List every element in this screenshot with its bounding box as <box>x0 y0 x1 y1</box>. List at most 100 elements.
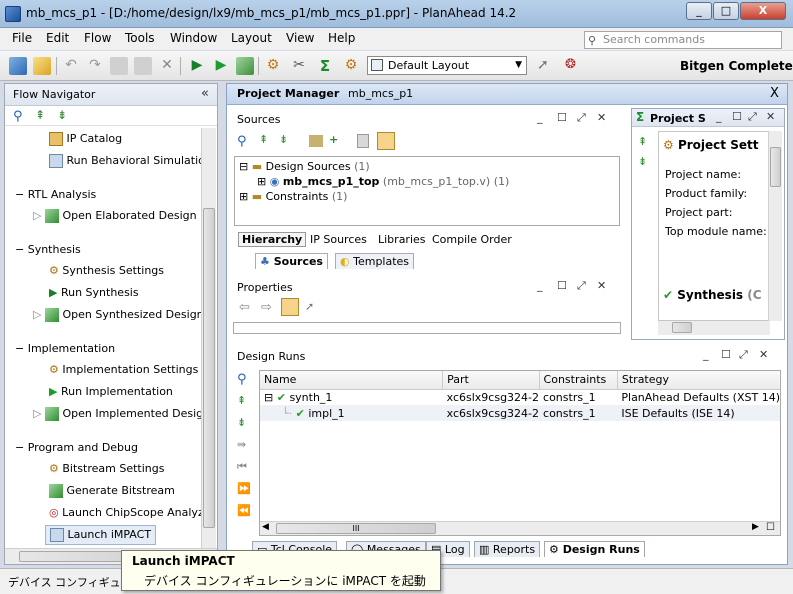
run-implementation-icon[interactable]: ▶ <box>212 57 230 75</box>
redo-icon[interactable]: ↷ <box>86 57 104 75</box>
collapse-all-icon[interactable]: ⇞ <box>638 135 647 148</box>
tab-design-runs[interactable]: ⚙ Design Runs <box>544 541 645 557</box>
run-synthesis-icon[interactable]: ▶ <box>188 57 206 75</box>
next-icon[interactable]: ⏩ <box>237 482 251 495</box>
add-sources-icon[interactable]: + <box>329 133 338 146</box>
tab-templates[interactable]: ◐ Templates <box>335 253 415 269</box>
maximize-panel-icon[interactable]: ⤢ <box>748 110 757 124</box>
flow-item-implementation-settings[interactable]: ⚙ Implementation Settings <box>49 363 198 377</box>
minimize-panel-icon[interactable]: _ <box>716 110 722 123</box>
column-header-constraints[interactable]: Constraints <box>539 371 618 390</box>
first-icon[interactable]: ⏮ <box>237 460 247 474</box>
generate-bitstream-icon[interactable] <box>236 57 254 75</box>
previous-icon[interactable]: ⏪ <box>237 504 251 517</box>
pointer-icon[interactable]: ➚ <box>305 300 314 313</box>
menu-layout[interactable]: Layout <box>231 31 272 45</box>
undo-icon[interactable]: ↶ <box>62 57 80 75</box>
search-icon[interactable]: ⚲ <box>237 372 247 387</box>
collapse-all-icon[interactable]: ⇞ <box>259 133 268 146</box>
flow-item-ip-catalog[interactable]: IP Catalog <box>49 132 122 146</box>
flow-section-rtl-analysis[interactable]: − RTL Analysis <box>15 188 96 201</box>
scrollbar-thumb[interactable] <box>770 147 781 187</box>
scrollbar-thumb[interactable]: III <box>276 523 436 534</box>
paste-icon[interactable] <box>134 57 152 75</box>
project-settings-icon[interactable]: ⚙ <box>342 57 360 75</box>
tab-sources[interactable]: ♣ Sources <box>255 253 328 269</box>
tab-hierarchy[interactable]: Hierarchy <box>238 232 307 247</box>
design-runs-hscrollbar[interactable]: ◀ III ▶ ☐ <box>260 521 780 535</box>
flow-item-open-elaborated-design[interactable]: ▷ Open Elaborated Design <box>33 209 197 223</box>
menu-file[interactable]: File <box>12 31 32 45</box>
search-icon[interactable]: ⚲ <box>13 109 23 124</box>
properties-gear-icon[interactable] <box>281 298 299 316</box>
collapse-button[interactable]: « <box>201 86 209 101</box>
tab-ip-sources[interactable]: IP Sources <box>310 233 367 246</box>
collapse-all-icon[interactable]: ⇞ <box>35 108 45 122</box>
maximize-panel-icon[interactable]: ⤢ <box>577 111 586 125</box>
column-header-strategy[interactable]: Strategy <box>617 371 780 390</box>
minimize-panel-icon[interactable]: _ <box>703 348 709 361</box>
tools-icon[interactable]: ✂ <box>290 57 308 75</box>
flow-item-bitstream-settings[interactable]: ⚙ Bitstream Settings <box>49 462 164 476</box>
flow-section-implementation[interactable]: − Implementation <box>15 342 115 355</box>
flow-section-program-debug[interactable]: − Program and Debug <box>15 441 138 454</box>
pointer-icon[interactable]: ➚ <box>537 57 553 73</box>
back-arrow-icon[interactable]: ⇦ <box>239 300 250 315</box>
help-icon[interactable]: ❂ <box>565 57 581 73</box>
collapse-all-icon[interactable]: ⇞ <box>237 394 246 407</box>
tab-libraries[interactable]: Libraries <box>378 233 426 246</box>
flow-section-synthesis[interactable]: − Synthesis <box>15 243 81 256</box>
scroll-left-icon[interactable]: ◀ <box>262 522 269 532</box>
flow-item-run-implementation[interactable]: ▶ Run Implementation <box>49 385 173 399</box>
hierarchy-toggle-icon[interactable] <box>377 132 395 150</box>
menu-flow[interactable]: Flow <box>84 31 111 45</box>
open-project-icon[interactable] <box>33 57 51 75</box>
tree-row-constraints[interactable]: ⊞ ▬ Constraints (1) <box>239 190 347 203</box>
restore-panel-icon[interactable]: ☐ <box>732 110 742 123</box>
project-summary-hscrollbar[interactable] <box>658 321 770 335</box>
expand-all-icon[interactable]: ⇟ <box>237 416 246 429</box>
restore-panel-icon[interactable]: ☐ <box>557 279 567 292</box>
launch-run-icon[interactable]: ⇛ <box>237 438 246 451</box>
table-row[interactable]: └· ✔ impl_1 xc6slx9csg324-2 constrs_1 IS… <box>260 405 780 421</box>
column-header-name[interactable]: Name <box>260 371 444 390</box>
flow-item-generate-bitstream[interactable]: Generate Bitstream <box>49 484 175 498</box>
search-icon[interactable]: ⚲ <box>237 134 247 149</box>
forward-arrow-icon[interactable]: ⇨ <box>261 300 272 315</box>
expand-all-icon[interactable]: ⇟ <box>638 155 647 168</box>
flow-item-open-implemented-design[interactable]: ▷ Open Implemented Design <box>33 407 210 421</box>
layout-select[interactable]: Default Layout ▼ <box>367 56 527 75</box>
expand-all-icon[interactable]: ⇟ <box>57 108 67 122</box>
flow-item-launch-impact[interactable]: Launch iMPACT <box>45 525 157 545</box>
project-summary-scrollbar[interactable] <box>768 131 782 321</box>
maximize-button[interactable]: □ <box>713 2 739 20</box>
minimize-panel-icon[interactable]: _ <box>537 111 543 124</box>
minimize-button[interactable]: _ <box>686 2 712 20</box>
flow-item-launch-chipscope[interactable]: ◎ Launch ChipScope Analyzer <box>49 506 215 520</box>
tab-compile-order[interactable]: Compile Order <box>432 233 512 246</box>
close-panel-icon[interactable]: ✕ <box>759 348 768 361</box>
flow-item-synthesis-settings[interactable]: ⚙ Synthesis Settings <box>49 264 164 278</box>
menu-help[interactable]: Help <box>328 31 355 45</box>
close-window-button[interactable]: X <box>740 2 786 20</box>
menu-view[interactable]: View <box>286 31 314 45</box>
search-input[interactable]: ⚲ Search commands <box>584 31 782 49</box>
close-panel-icon[interactable]: ✕ <box>597 111 606 124</box>
table-row[interactable]: ⊟ ✔ synth_1 xc6slx9csg324-2 constrs_1 Pl… <box>260 389 780 405</box>
flow-item-behavioral-simulation[interactable]: Run Behavioral Simulation <box>49 154 212 168</box>
scrollbar-thumb[interactable] <box>203 208 215 528</box>
copy-icon[interactable] <box>110 57 128 75</box>
tab-reports[interactable]: ▥ Reports <box>474 541 541 557</box>
maximize-panel-icon[interactable]: ⤢ <box>577 279 586 293</box>
delete-icon[interactable]: ✕ <box>158 57 176 75</box>
close-panel-icon[interactable]: ✕ <box>766 110 775 123</box>
flow-item-run-synthesis[interactable]: ▶ Run Synthesis <box>49 286 139 300</box>
restore-panel-icon[interactable]: ☐ <box>721 348 731 361</box>
column-header-part[interactable]: Part <box>442 371 540 390</box>
flow-navigator-scrollbar[interactable] <box>201 128 216 548</box>
settings-gear-icon[interactable]: ⚙ <box>264 57 282 75</box>
menu-tools[interactable]: Tools <box>125 31 155 45</box>
scrollbar-thumb[interactable] <box>672 322 692 333</box>
flow-item-open-synthesized-design[interactable]: ▷ Open Synthesized Design <box>33 308 204 322</box>
close-project-manager-button[interactable]: X <box>770 86 779 101</box>
